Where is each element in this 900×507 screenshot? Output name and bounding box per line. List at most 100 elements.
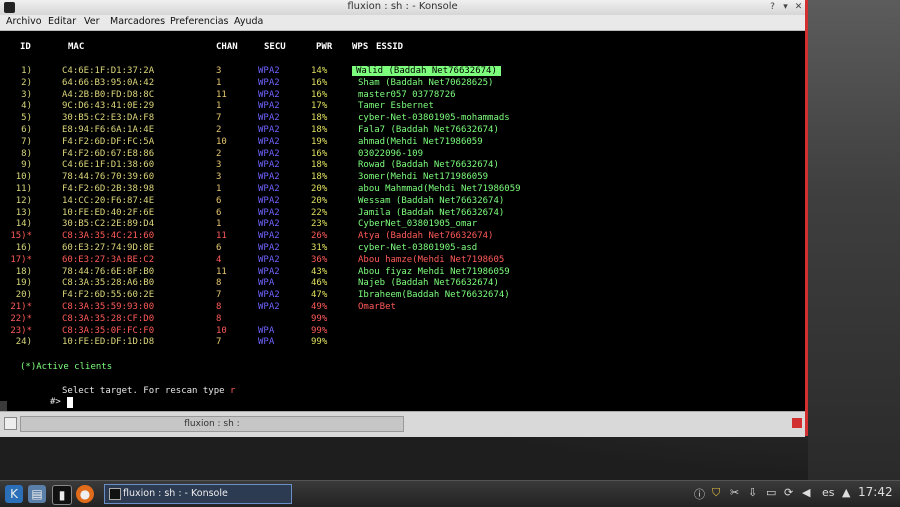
network-row[interactable]: 11) F4:F2:6D:2B:38:98 1 WPA2 20% abou Mahmmad…	[0, 184, 805, 196]
firefox-icon[interactable]: ●	[76, 485, 94, 503]
cell-mac: C4:6E:1F:D1:37:2A	[62, 66, 155, 76]
network-row[interactable]: 7) F4:F2:6D:DF:FC:5A 10 WPA2 19% ahmad(Mehdi …	[0, 137, 805, 149]
help-icon[interactable]: ?	[766, 1, 779, 14]
cell-mac: 60:E3:27:3A:BE:C2	[62, 254, 155, 265]
tab-fluxion[interactable]: fluxion : sh :	[20, 416, 404, 432]
menu-ayuda[interactable]: Ayuda	[234, 16, 263, 27]
network-row[interactable]: 14) 30:B5:C2:2E:89:D4 1 WPA2 23% CyberNet_038…	[0, 219, 805, 231]
col-header-chan: CHAN	[216, 42, 238, 52]
cell-id: 3)	[21, 89, 32, 100]
cell-secu: WPA2	[258, 101, 280, 112]
terminal-area[interactable]: ID MAC CHAN SECU PWR WPS ESSID 1) C4:6E:1…	[0, 31, 805, 423]
cell-pwr: 22%	[311, 207, 328, 218]
cell-id: 2)	[21, 77, 32, 88]
cell-id: 16)	[15, 243, 32, 253]
cell-pwr: 20%	[311, 195, 328, 206]
cell-chan: 4	[216, 254, 222, 265]
minimize-icon[interactable]: ▾	[779, 1, 792, 14]
usb-icon[interactable]: ⟳	[784, 486, 793, 499]
network-row[interactable]: 9) C4:6E:1F:D1:38:60 3 WPA2 18% Rowad (Baddah…	[0, 160, 805, 172]
cell-essid: abou Mahmmad(Mehdi Net71986059	[358, 184, 521, 194]
network-row[interactable]: 13) 10:FE:ED:40:2F:6E 6 WPA2 22% Jamila (Badd…	[0, 208, 805, 220]
menu-editar[interactable]: Editar	[48, 16, 76, 27]
cell-essid: master057 03778726	[358, 89, 456, 100]
new-tab-icon[interactable]	[4, 417, 17, 430]
cell-pwr: 17%	[311, 101, 328, 112]
menu-ver[interactable]: Ver	[84, 16, 100, 27]
cell-id: 21)*	[10, 302, 32, 312]
close-tab-icon[interactable]	[792, 418, 802, 428]
rescan-key: r	[229, 386, 236, 396]
network-row[interactable]: 10) 78:44:76:70:39:60 3 WPA2 18% 3omer(Mehdi …	[0, 172, 805, 184]
cell-secu: WPA2	[258, 66, 280, 76]
terminal-launcher-icon[interactable]: ▮	[52, 485, 72, 505]
network-row[interactable]: 19) C8:3A:35:28:A6:B0 8 WPA 46% Najeb (Baddah…	[0, 278, 805, 290]
cell-pwr: 16%	[311, 89, 328, 100]
cell-chan: 3	[216, 172, 222, 183]
network-row[interactable]: 6) E8:94:F6:6A:1A:4E 2 WPA2 18% Fala7 (Baddah…	[0, 125, 805, 137]
network-row[interactable]: 21)* C8:3A:35:59:93:00 8 WPA2 49% OmarBet	[0, 302, 805, 314]
network-row[interactable]: 18) 78:44:76:6E:8F:B0 11 WPA2 43% Abou fiyaz …	[0, 267, 805, 279]
menu-marcadores[interactable]: Marcadores	[110, 16, 165, 27]
updates-icon[interactable]: ⇩	[748, 486, 757, 499]
cell-essid: 3omer(Mehdi Net171986059	[358, 172, 489, 183]
network-row[interactable]: 8) F4:F2:6D:67:E8:86 2 WPA2 16% 03022096-109	[0, 149, 805, 161]
tray-expand-icon[interactable]: ▲	[842, 486, 850, 499]
network-row[interactable]: 24) 10:FE:ED:DF:1D:D8 7 WPA 99%	[0, 337, 805, 349]
window-titlebar[interactable]: fluxion : sh : - Konsole ? ▾ ✕	[0, 0, 805, 16]
cell-essid: Rowad (Baddah Net76632674)	[358, 160, 499, 171]
network-row[interactable]: 22)* C8:3A:35:28:CF:D0 8 99%	[0, 314, 805, 326]
cell-pwr: 23%	[311, 219, 328, 230]
display-icon[interactable]: ▭	[766, 486, 776, 499]
menu-archivo[interactable]: Archivo	[6, 16, 42, 27]
cell-chan: 8	[216, 313, 222, 324]
keyboard-layout[interactable]: es	[822, 486, 835, 499]
cell-mac: 60:E3:27:74:9D:8E	[62, 243, 155, 253]
info-icon[interactable]: ⓘ	[694, 486, 705, 502]
network-row[interactable]: 20) F4:F2:6D:55:60:2E 7 WPA2 47% Ibraheem(Bad…	[0, 290, 805, 302]
taskbar: K ▤ ▮ ● fluxion : sh : - Konsole ⓘ ⛉ ✂ ⇩…	[0, 480, 900, 507]
active-clients-note: (*)Active clients	[20, 362, 113, 372]
scissors-icon[interactable]: ✂	[730, 486, 739, 499]
network-row[interactable]: 3) A4:2B:B0:FD:D8:8C 11 WPA2 16% master057 03…	[0, 90, 805, 102]
cell-secu: WPA2	[258, 89, 280, 100]
kde-menu-icon[interactable]: K	[5, 485, 23, 503]
network-row[interactable]: 2) 64:66:B3:95:0A:42 1 WPA2 16% Sham (Baddah …	[0, 78, 805, 90]
menu-preferencias[interactable]: Preferencias	[170, 16, 229, 27]
cell-secu: WPA2	[258, 113, 280, 124]
cell-chan: 10	[216, 136, 227, 147]
clock[interactable]: 17:42	[858, 485, 893, 499]
close-icon[interactable]: ✕	[792, 1, 805, 14]
network-row[interactable]: 15)* C8:3A:35:4C:21:60 11 WPA2 26% Atya (Badd…	[0, 231, 805, 243]
cell-chan: 1	[216, 219, 222, 230]
col-header-pwr: PWR	[316, 42, 333, 52]
cell-id: 15)*	[10, 231, 32, 242]
cell-pwr: 99%	[311, 313, 328, 324]
network-row[interactable]: 4) 9C:D6:43:41:0E:29 1 WPA2 17% Tamer Esberne…	[0, 101, 805, 113]
network-row[interactable]: 16) 60:E3:27:74:9D:8E 6 WPA2 31% cyber-Net-03…	[0, 243, 805, 255]
cell-secu: WPA2	[258, 302, 280, 312]
volume-icon[interactable]: ◀	[802, 486, 810, 499]
file-manager-icon[interactable]: ▤	[28, 485, 46, 503]
cell-secu: WPA2	[258, 195, 280, 206]
network-row[interactable]: 23)* C8:3A:35:0F:FC:F0 10 WPA 99%	[0, 326, 805, 338]
taskbar-item-konsole[interactable]: fluxion : sh : - Konsole	[104, 484, 292, 504]
select-target-prompt: Select target. For rescan type r	[62, 386, 235, 396]
cell-mac: C8:3A:35:28:CF:D0	[62, 313, 155, 324]
cell-mac: C8:3A:35:59:93:00	[62, 302, 155, 312]
shield-icon[interactable]: ⛉	[712, 486, 720, 500]
cell-essid: cyber-Net-03801905-mohammads	[358, 113, 510, 124]
tab-bar: fluxion : sh :	[0, 411, 805, 437]
network-row[interactable]: 1) C4:6E:1F:D1:37:2A 3 WPA2 14% Walid (Baddah…	[0, 66, 805, 78]
cell-pwr: 31%	[311, 243, 328, 253]
cell-pwr: 43%	[311, 266, 328, 277]
cell-chan: 1	[216, 77, 222, 88]
network-row[interactable]: 17)* 60:E3:27:3A:BE:C2 4 WPA2 36% Abou hamze(…	[0, 255, 805, 267]
cell-mac: 78:44:76:6E:8F:B0	[62, 266, 155, 277]
cell-essid: Ibraheem(Baddah Net76632674)	[358, 290, 510, 301]
network-row[interactable]: 5) 30:B5:C2:E3:DA:F8 7 WPA2 18% cyber-Net-038…	[0, 113, 805, 125]
cell-chan: 6	[216, 243, 222, 253]
cell-chan: 3	[216, 160, 222, 171]
cell-mac: 9C:D6:43:41:0E:29	[62, 101, 155, 112]
network-row[interactable]: 12) 14:CC:20:F6:87:4E 6 WPA2 20% Wessam (Badd…	[0, 196, 805, 208]
